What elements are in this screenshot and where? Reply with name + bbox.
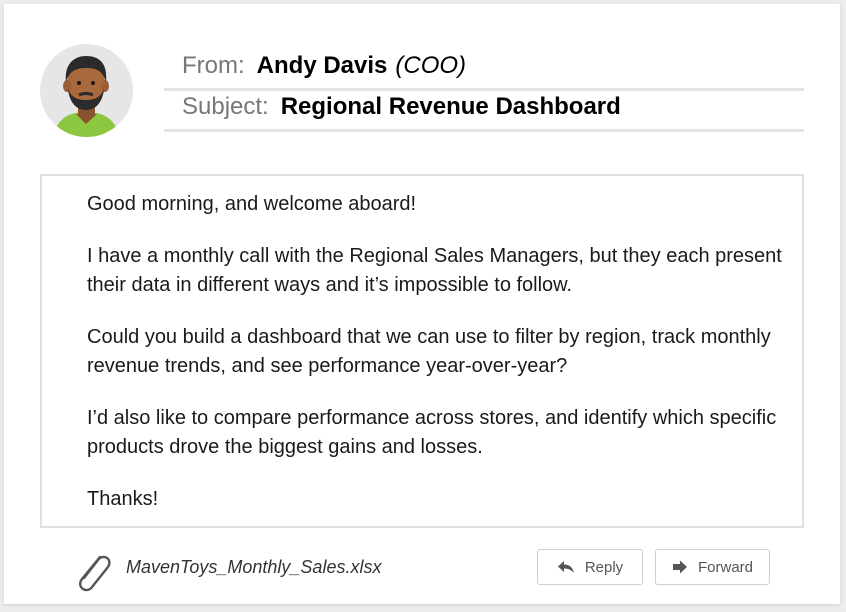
paperclip-icon: [70, 549, 114, 593]
reply-label: Reply: [584, 558, 624, 576]
forward-label: Forward: [697, 558, 753, 576]
message-paragraph: Thanks!: [87, 488, 159, 510]
subject-label: Subject:: [182, 93, 269, 120]
reply-button[interactable]: Reply: [537, 549, 643, 585]
sender-name: Andy Davis: [256, 52, 388, 79]
forward-arrow-icon: [672, 560, 687, 574]
subject-row: Subject: Regional Revenue Dashboard: [164, 93, 804, 132]
sender-avatar: [40, 44, 133, 137]
message-paragraph: I’d also like to compare performance acr…: [87, 407, 777, 458]
message-body: Good morning, and welcome aboard! I have…: [40, 174, 804, 528]
message-text: Good morning, and welcome aboard! I have…: [87, 190, 787, 537]
forward-button[interactable]: Forward: [655, 549, 770, 585]
message-paragraph: Could you build a dashboard that we can …: [87, 326, 771, 377]
attachment-filename[interactable]: MavenToys_Monthly_Sales.xlsx: [126, 557, 381, 578]
message-paragraph: Good morning, and welcome aboard!: [87, 193, 417, 215]
from-label: From:: [182, 52, 245, 79]
email-card: From: Andy Davis (COO) Subject: Regional…: [4, 4, 840, 604]
sender-role: (COO): [395, 52, 467, 79]
reply-arrow-icon: [557, 561, 574, 573]
from-row: From: Andy Davis (COO): [164, 52, 804, 91]
person-avatar-icon: [54, 56, 119, 137]
message-paragraph: I have a monthly call with the Regional …: [87, 245, 782, 296]
subject-text: Regional Revenue Dashboard: [280, 93, 621, 120]
